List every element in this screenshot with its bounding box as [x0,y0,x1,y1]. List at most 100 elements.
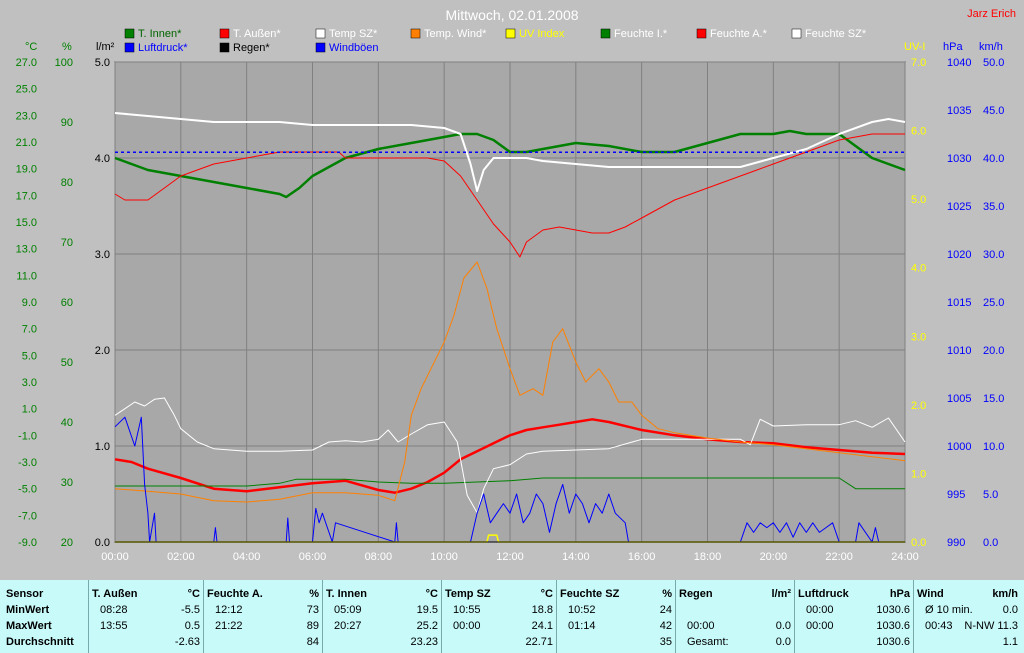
axis-unit-wind: km/h [979,41,1003,53]
tick-label-uv: 7.0 [911,57,926,69]
legend-swatch-3 [410,28,421,39]
stats-cell: km/h [992,588,1018,600]
tick-label-wind: 10.0 [983,441,1004,453]
stats-cell: T. Außen [92,588,138,600]
axis-unit-pressure: hPa [943,41,963,53]
legend-swatch-0 [124,28,135,39]
stats-cell: l/m² [771,588,791,600]
tick-label-celsius: -5.0 [18,484,37,496]
tick-label-time: 20:00 [760,551,788,563]
stats-cell: 00:00 [687,620,715,632]
tick-label-pressure: 990 [947,537,965,549]
stats-cell: 35 [659,636,672,648]
tick-label-percent: 100 [55,57,73,69]
stats-cell: 73 [306,604,319,616]
stats-cell: 22.71 [525,636,553,648]
tick-label-rain: 3.0 [95,249,110,261]
tick-label-uv: 0.0 [911,537,926,549]
stats-separator [203,580,204,653]
stats-column-7: Luftdruck hPa 00:00 1030.6 00:00 1030.6 1030.6 [798,580,914,653]
tick-label-pressure: 1040 [947,57,971,69]
tick-label-celsius: 13.0 [16,244,37,256]
stats-cell: 13:55 [100,620,128,632]
tick-label-pressure: 1015 [947,297,971,309]
tick-label-celsius: 17.0 [16,190,37,202]
stats-cell: MaxWert [6,620,52,632]
stats-separator [794,580,795,653]
tick-label-pressure: 1035 [947,105,971,117]
legend-swatch-5 [600,28,611,39]
stats-cell: % [662,588,672,600]
stats-cell: -2.63 [174,636,200,648]
tick-label-celsius: -1.0 [18,430,37,442]
stats-cell: °C [425,588,438,600]
tick-label-pressure: 995 [947,489,965,501]
tick-label-pressure: 1000 [947,441,971,453]
stats-cell: 19.5 [416,604,438,616]
stats-column-3: T. Innen °C 05:09 19.5 20:27 25.2 23.23 [326,580,442,653]
tick-label-celsius: 3.0 [22,377,37,389]
stats-cell: 0.0 [775,620,791,632]
legend-swatch-4 [505,28,516,39]
stats-cell: 21:22 [215,620,243,632]
legend-label-5: Feuchte I.* [614,28,668,40]
tick-label-pressure: 1010 [947,345,971,357]
stats-cell: 0.0 [1002,604,1018,616]
tick-label-wind: 25.0 [983,297,1004,309]
stats-cell: Luftdruck [798,588,849,600]
tick-label-time: 08:00 [365,551,393,563]
stats-cell: % [309,588,319,600]
legend-label-6: Feuchte A.* [710,28,768,40]
stats-cell: 1030.6 [876,620,910,632]
author-label: Jarz Erich [967,8,1016,20]
stats-column-8: Wind km/h Ø 10 min. 0.0 00:43 N-NW 11.3 1.1 [917,580,1022,653]
tick-label-time: 04:00 [233,551,261,563]
tick-label-percent: 70 [61,237,73,249]
tick-label-celsius: 15.0 [16,217,37,229]
weather-chart: 27.0 25.0 23.0 21.0 19.0 17.0 15.0 13.0 11.0 9.0 7… [0,0,1024,578]
stats-cell: Sensor [6,588,44,600]
tick-label-time: 18:00 [694,551,722,563]
legend-label-4: UV Index [519,28,565,40]
tick-label-rain: 4.0 [95,153,110,165]
legend-swatch-8 [124,42,135,53]
tick-label-time: 24:00 [891,551,919,563]
tick-label-uv: 2.0 [911,400,926,412]
tick-label-percent: 90 [61,117,73,129]
stats-cell: 00:00 [453,620,481,632]
stats-cell: Regen [679,588,713,600]
tick-label-uv: 3.0 [911,331,926,343]
stats-column-1: T. Außen °C 08:28 -5.5 13:55 0.5 -2.63 [92,580,204,653]
stats-cell: 0.5 [184,620,200,632]
legend-label-3: Temp. Wind* [424,28,487,40]
legend-swatch-1 [219,28,230,39]
legend-swatch-10 [315,42,326,53]
stats-separator [675,580,676,653]
stats-cell: Wind [917,588,944,600]
stats-cell: MinWert [6,604,50,616]
stats-cell: Feuchte A. [207,588,263,600]
stats-cell: 20:27 [334,620,362,632]
tick-label-wind: 40.0 [983,153,1004,165]
tick-label-percent: 40 [61,417,73,429]
stats-separator [556,580,557,653]
stats-cell: 1030.6 [876,636,910,648]
tick-label-wind: 30.0 [983,249,1004,261]
tick-label-uv: 5.0 [911,194,926,206]
tick-label-wind: 35.0 [983,201,1004,213]
stats-cell: 05:09 [334,604,362,616]
tick-label-celsius: -7.0 [18,510,37,522]
tick-label-wind: 5.0 [983,489,998,501]
tick-label-time: 12:00 [496,551,524,563]
legend-label-9: Regen* [233,42,270,54]
stats-column-2: Feuchte A.% 12:12 73 21:22 89 84 [207,580,323,653]
stats-cell: 08:28 [100,604,128,616]
stats-cell: 84 [306,636,319,648]
axis-unit-celsius: °C [25,41,37,53]
legend-label-0: T. Innen* [138,28,182,40]
stats-cell: Durchschnitt [6,636,74,648]
stats-cell: 12:12 [215,604,243,616]
legend-swatch-9 [219,42,230,53]
stats-cell: °C [540,588,553,600]
stats-cell: 10:52 [568,604,596,616]
